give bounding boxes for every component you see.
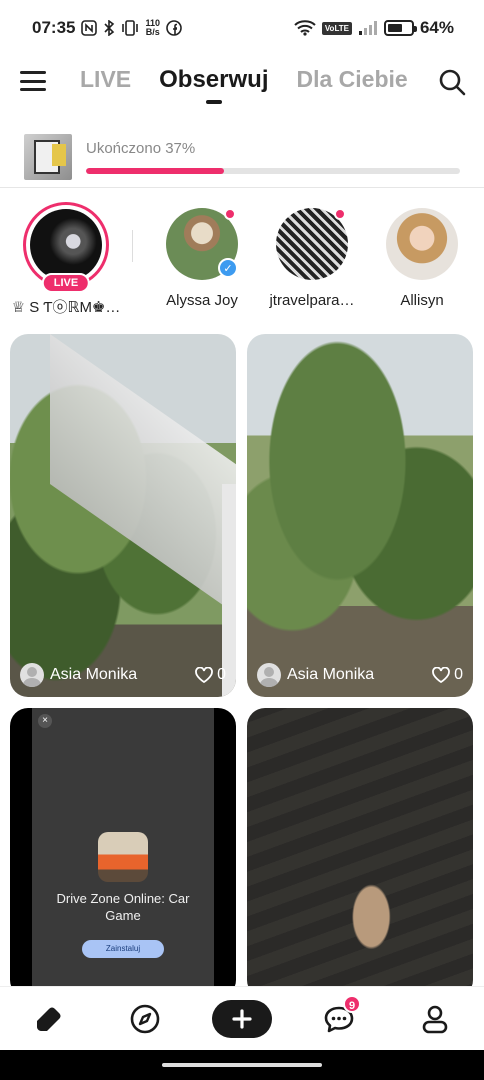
speed-unit: B/s	[145, 27, 160, 37]
story-item[interactable]: Allisyn	[362, 200, 482, 309]
menu-icon-bar	[20, 71, 46, 74]
like-button[interactable]: 0	[195, 666, 226, 684]
like-count: 0	[454, 666, 463, 683]
bottom-nav: 9	[0, 986, 484, 1050]
progress-track	[86, 168, 460, 174]
verified-icon: ✓	[218, 258, 238, 278]
bluetooth-icon	[103, 20, 115, 36]
post-footer: Asia Monika 0	[20, 663, 226, 687]
avatar	[276, 208, 348, 280]
status-left: 07:35 110 B/s	[32, 18, 182, 38]
story-item[interactable]: jtravelpara…	[252, 200, 372, 309]
post-author-name: Asia Monika	[287, 666, 375, 683]
search-icon	[439, 69, 466, 96]
search-button[interactable]	[438, 68, 466, 96]
status-bar: 07:35 110 B/s VoLTE 64%	[0, 0, 484, 56]
heart-icon	[195, 667, 213, 683]
ad-title: Drive Zone Online: Car Game	[56, 891, 190, 923]
post-author-name: Asia Monika	[50, 666, 138, 683]
avatar	[386, 208, 458, 280]
status-time: 07:35	[32, 18, 76, 37]
tab-follow[interactable]: Obserwuj	[159, 66, 268, 94]
battery-fill	[387, 24, 403, 32]
avatar	[30, 209, 102, 281]
nfc-icon	[81, 20, 98, 36]
story-name: Alyssa Joy	[166, 292, 238, 309]
tab-live[interactable]: LIVE	[80, 66, 131, 93]
post-footer: Asia Monika 0	[257, 663, 463, 687]
facebook-icon	[166, 20, 182, 36]
ad-card[interactable]: × Drive Zone Online: Car Game Zainstaluj	[10, 708, 236, 998]
plus-icon	[232, 1009, 252, 1029]
nav-profile[interactable]	[415, 1001, 455, 1037]
upload-progress[interactable]: Ukończono 37%	[0, 130, 484, 188]
compass-icon	[130, 1004, 160, 1034]
create-button[interactable]	[212, 1000, 272, 1038]
heart-icon	[432, 667, 450, 683]
post-card[interactable]	[247, 708, 473, 998]
new-story-dot	[224, 208, 236, 220]
volte-indicator: VoLTE	[321, 21, 352, 35]
home-indicator[interactable]	[162, 1063, 322, 1067]
menu-icon-bar	[20, 88, 46, 91]
post-author[interactable]: Asia Monika	[257, 663, 374, 687]
nav-messages[interactable]: 9	[319, 995, 361, 1037]
system-gesture-bar	[0, 1050, 484, 1080]
story-name: Allisyn	[400, 292, 444, 309]
wifi-icon	[294, 20, 316, 36]
new-story-dot	[334, 208, 346, 220]
avatar: ✓	[166, 208, 238, 280]
network-speed: 110 B/s	[145, 19, 160, 37]
post-card[interactable]: Asia Monika 0	[247, 334, 473, 697]
story-name: ♕ S ƬⓞℝM♚…	[11, 299, 121, 316]
menu-button[interactable]	[18, 68, 48, 94]
story-live-avatar: LIVE	[23, 202, 109, 293]
nav-home[interactable]	[28, 1001, 68, 1037]
upload-thumbnail	[24, 134, 72, 180]
battery-percent: 64%	[419, 18, 454, 37]
stories-divider	[132, 230, 133, 262]
profile-icon	[422, 1005, 448, 1034]
story-item[interactable]: ✓ Alyssa Joy	[142, 200, 262, 309]
progress-fill	[86, 168, 225, 174]
story-item[interactable]: LIVE ♕ S ƬⓞℝM♚…	[6, 200, 126, 317]
messages-badge: 9	[343, 995, 361, 1013]
post-image	[247, 708, 473, 998]
status-right: VoLTE 64%	[294, 18, 454, 38]
nav-explore[interactable]	[125, 1001, 165, 1037]
stories-row: LIVE ♕ S ƬⓞℝM♚… ✓ Alyssa Joy jtravelpara…	[0, 200, 484, 316]
avatar	[20, 663, 44, 687]
post-image	[247, 334, 473, 697]
story-name: jtravelpara…	[269, 292, 355, 309]
progress-label: Ukończono 37%	[86, 140, 196, 157]
live-badge: LIVE	[41, 273, 91, 293]
like-count: 0	[217, 666, 226, 683]
app-icon	[98, 832, 148, 882]
post-author[interactable]: Asia Monika	[20, 663, 137, 687]
top-header: LIVE Obserwuj Dla Ciebie	[0, 56, 484, 108]
feed-tabs: LIVE Obserwuj Dla Ciebie	[80, 66, 408, 94]
post-card[interactable]: Asia Monika 0	[10, 334, 236, 697]
battery-icon	[383, 20, 417, 36]
signal-icon	[358, 20, 378, 36]
vibrate-icon	[121, 20, 139, 36]
menu-icon-bar	[20, 79, 46, 83]
install-button[interactable]: Zainstaluj	[82, 940, 164, 958]
avatar	[257, 663, 281, 687]
home-icon	[37, 1007, 61, 1031]
close-icon[interactable]: ×	[38, 714, 52, 728]
tab-for-you[interactable]: Dla Ciebie	[296, 66, 407, 93]
like-button[interactable]: 0	[432, 666, 463, 684]
